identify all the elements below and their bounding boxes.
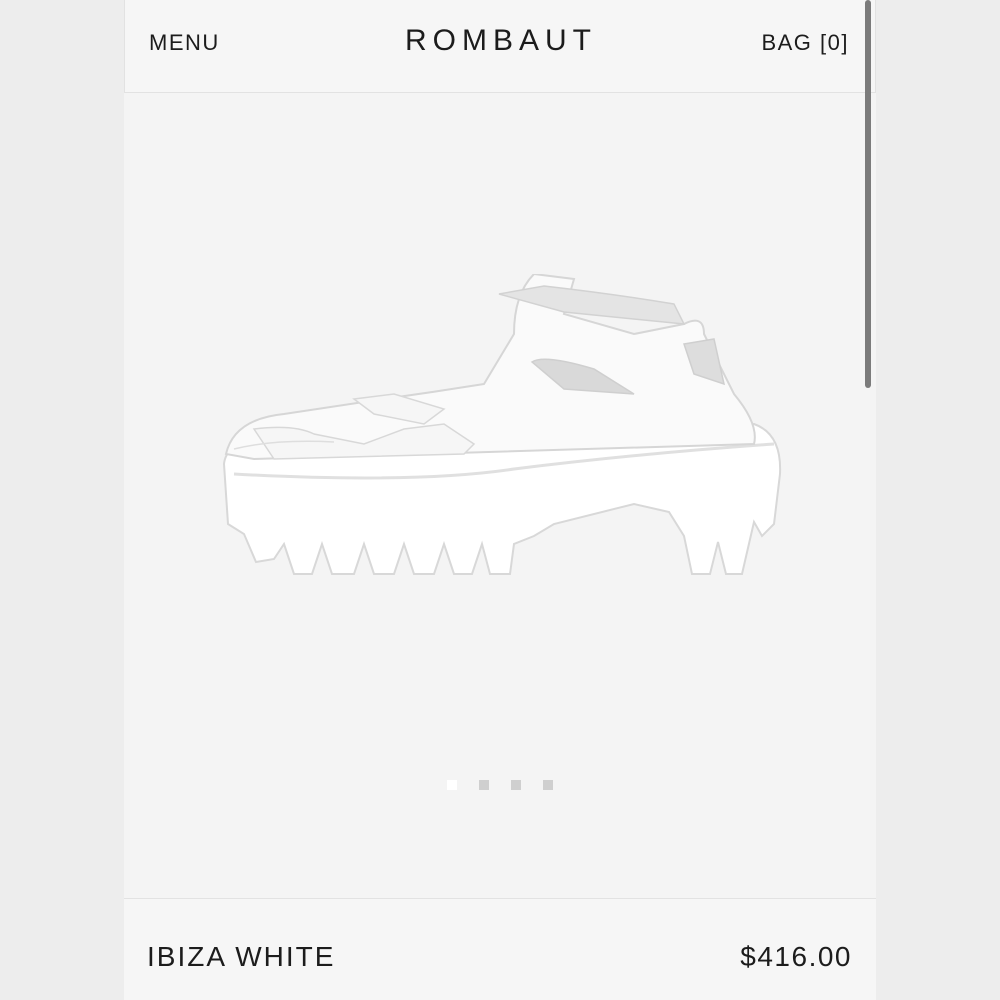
left-margin xyxy=(0,0,124,1000)
product-info-bar: IBIZA WHITE $416.00 xyxy=(124,898,876,1000)
carousel-dot[interactable] xyxy=(511,780,521,790)
shoe-image xyxy=(222,274,782,575)
right-margin xyxy=(876,0,1000,1000)
carousel-dot[interactable] xyxy=(447,780,457,790)
carousel-dot[interactable] xyxy=(479,780,489,790)
product-page: MENU ROMBAUT BAG [0] IBIZA WHITE $416.00 xyxy=(124,0,876,1000)
product-name: IBIZA WHITE xyxy=(147,941,336,972)
site-header: MENU ROMBAUT BAG [0] xyxy=(124,0,876,93)
product-gallery[interactable] xyxy=(124,94,876,898)
bag-button[interactable]: BAG [0] xyxy=(761,30,849,56)
carousel-dot[interactable] xyxy=(543,780,553,790)
product-price: $416.00 xyxy=(740,941,852,972)
scrollbar[interactable] xyxy=(865,0,871,388)
carousel-dots xyxy=(124,780,876,790)
